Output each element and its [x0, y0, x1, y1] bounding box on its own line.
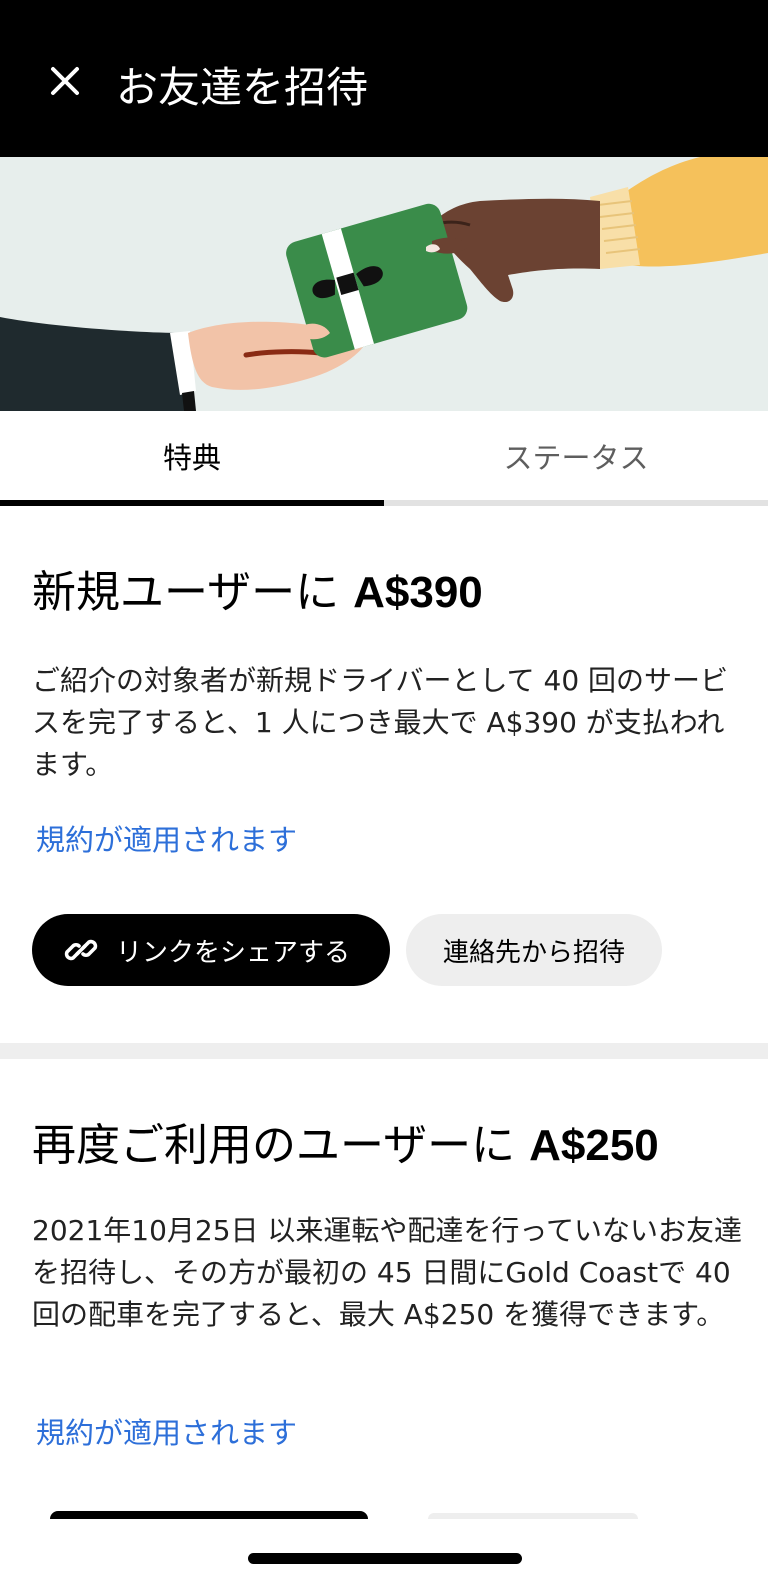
offer-card-new-users: 新規ユーザーに A$390 ご紹介の対象者が新規ドライバーとして 40 回のサー…: [0, 506, 768, 1043]
share-link-label: リンクをシェアする: [116, 937, 351, 968]
bottom-safe-area: [0, 1519, 768, 1581]
invite-from-contacts-button[interactable]: 連絡先から招待: [406, 914, 662, 986]
share-link-button-partial[interactable]: [50, 1511, 368, 1519]
tab-active-indicator: [0, 500, 384, 506]
terms-link[interactable]: 規約が適用されます: [36, 1413, 297, 1453]
offer-card-returning-users: 再度ご利用のユーザーに A$250 2021年10月25日 以来運転や配達を行っ…: [0, 1059, 768, 1519]
offer-description: 2021年10月25日 以来運転や配達を行っていないお友達を招待し、その方が最初…: [32, 1214, 743, 1331]
offer-description: ご紹介の対象者が新規ドライバーとして 40 回のサービスを完了すると、1 人につ…: [32, 664, 729, 781]
top-app-bar: お友達を招待: [0, 0, 768, 157]
close-button[interactable]: [40, 58, 90, 104]
share-link-button[interactable]: リンクをシェアする: [32, 914, 390, 986]
offer-title-prefix: 新規ユーザーに: [32, 567, 354, 618]
offer-amount: A$390: [353, 568, 483, 617]
offer-amount: A$250: [529, 1121, 659, 1170]
offer-title-prefix: 再度ご利用のユーザーに: [32, 1120, 530, 1171]
close-icon: [51, 67, 79, 95]
tab-status[interactable]: ステータス: [384, 411, 768, 500]
tab-bar: 特典 ステータス: [0, 411, 768, 506]
terms-link[interactable]: 規約が適用されます: [36, 820, 297, 860]
section-divider: [0, 1043, 768, 1059]
link-icon: [64, 933, 98, 967]
hero-illustration: [0, 157, 768, 411]
tab-benefits[interactable]: 特典: [0, 411, 384, 500]
offer-title: 新規ユーザーに A$390: [32, 564, 483, 622]
gift-handoff-illustration: [0, 157, 768, 411]
page-title: お友達を招待: [116, 63, 369, 112]
home-indicator[interactable]: [248, 1553, 522, 1564]
offer-title: 再度ご利用のユーザーに A$250: [32, 1117, 659, 1175]
invite-from-contacts-label: 連絡先から招待: [442, 937, 625, 968]
